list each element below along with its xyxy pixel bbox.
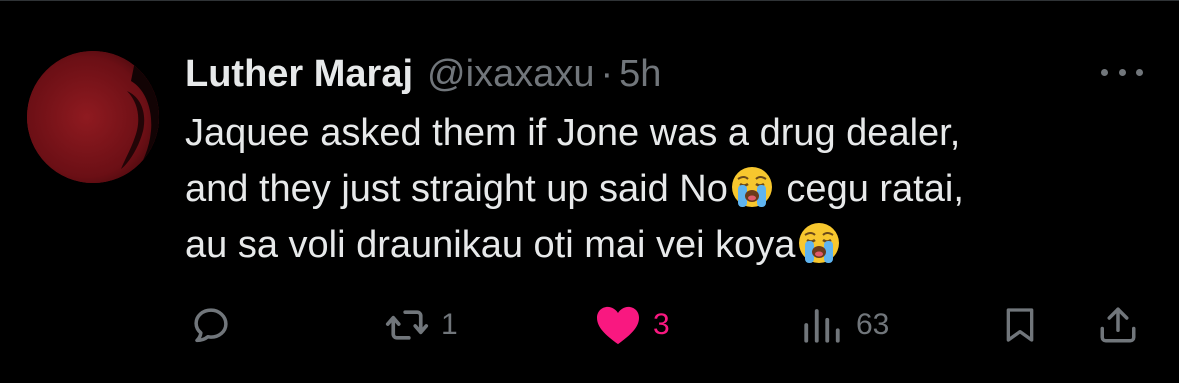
like-button[interactable]: 3 bbox=[595, 301, 670, 349]
reply-button[interactable] bbox=[190, 301, 232, 349]
timestamp[interactable]: 5h bbox=[619, 53, 661, 96]
action-bar: 1 3 63 bbox=[185, 301, 1145, 349]
tweet-line: and they just straight up said No cegu r… bbox=[185, 161, 1145, 217]
author-name[interactable]: Luther Maraj bbox=[185, 53, 413, 96]
share-button[interactable] bbox=[1097, 301, 1139, 349]
like-count: 3 bbox=[653, 308, 670, 341]
retweet-count: 1 bbox=[441, 308, 458, 341]
loudly-crying-face-icon bbox=[799, 223, 840, 263]
more-options-icon[interactable] bbox=[1101, 61, 1143, 83]
separator: · bbox=[600, 52, 614, 95]
tweet-segment: and they just straight up said No bbox=[185, 168, 728, 210]
tweet[interactable]: Luther Maraj @ixaxaxu · 5h Jaquee asked … bbox=[0, 0, 1179, 383]
tweet-line: au sa voli draunikau oti mai vei koya bbox=[185, 217, 1145, 273]
avatar[interactable] bbox=[27, 51, 159, 183]
retweet-icon bbox=[385, 310, 429, 340]
tweet-segment: au sa voli draunikau oti mai vei koya bbox=[185, 224, 796, 266]
author-handle[interactable]: @ixaxaxu bbox=[427, 53, 594, 96]
tweet-line: Jaquee asked them if Jone was a drug dea… bbox=[185, 112, 961, 154]
views-count: 63 bbox=[856, 308, 890, 341]
bookmark-icon bbox=[1006, 308, 1034, 342]
bookmark-button[interactable] bbox=[1000, 301, 1040, 349]
share-icon bbox=[1100, 307, 1136, 343]
tweet-header: Luther Maraj @ixaxaxu · 5h bbox=[185, 51, 661, 97]
reply-icon bbox=[194, 308, 228, 343]
tweet-segment: cegu ratai, bbox=[775, 168, 964, 210]
tweet-text: Jaquee asked them if Jone was a drug dea… bbox=[185, 105, 1145, 273]
loudly-crying-face-icon bbox=[731, 167, 772, 207]
retweet-button[interactable]: 1 bbox=[385, 301, 458, 349]
views-button[interactable]: 63 bbox=[800, 301, 889, 349]
heart-icon bbox=[597, 306, 639, 345]
views-icon bbox=[804, 309, 840, 343]
